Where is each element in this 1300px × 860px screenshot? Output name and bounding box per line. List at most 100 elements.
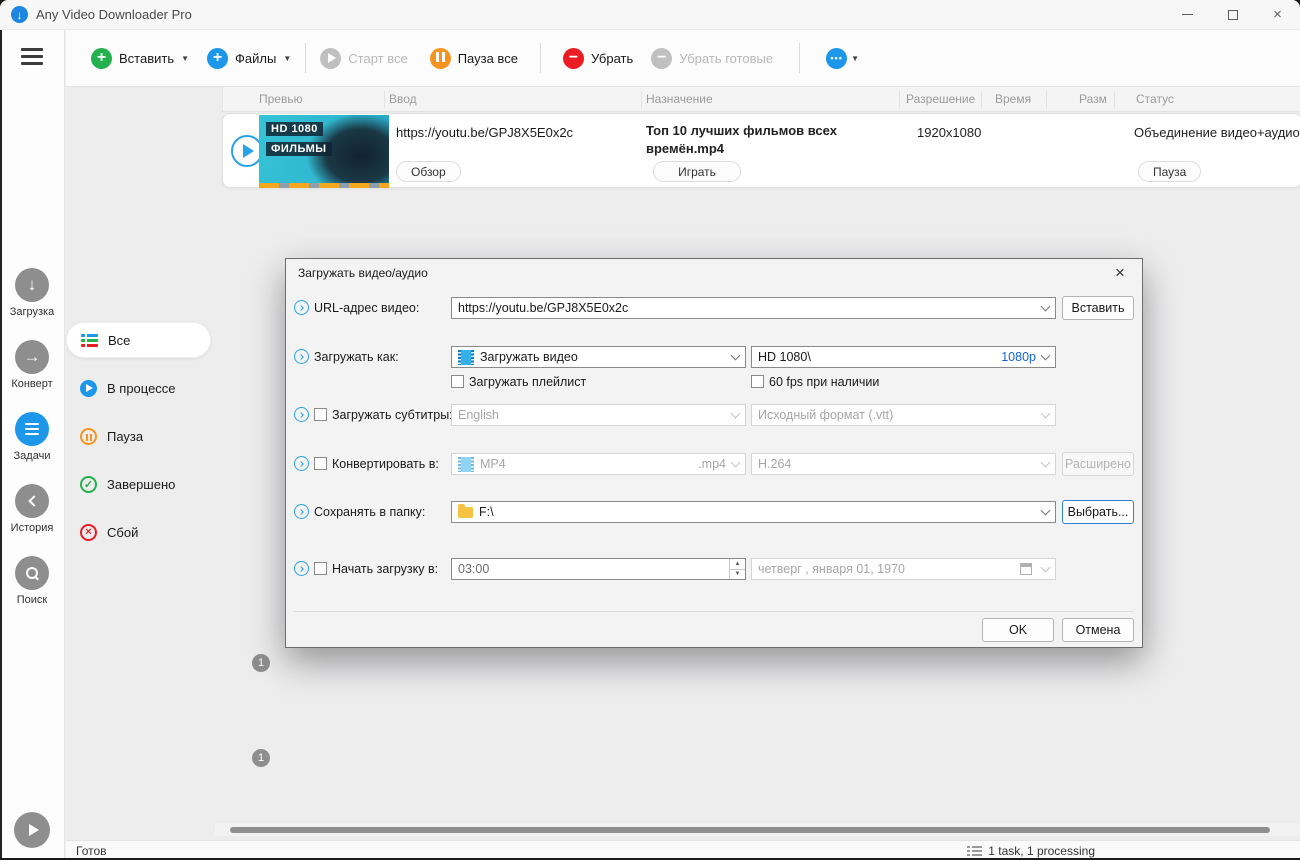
filter-failed[interactable]: × Сбой [66,514,211,550]
chevron-down-icon [1040,505,1051,516]
files-button[interactable]: + Файлы [207,47,277,69]
playlist-checkbox-label[interactable]: Загружать плейлист [469,375,586,389]
close-button[interactable]: × [1255,0,1300,29]
check-icon: ✓ [80,475,97,493]
column-destination[interactable]: Назначение [646,92,713,106]
remove-done-button[interactable]: − Убрать готовые [651,47,774,69]
download-dialog: Загружать видео/аудио × URL-адрес видео:… [285,258,1143,648]
chevron-down-icon [1040,457,1051,468]
subtitle-language-value: English [458,408,499,422]
spin-down-icon[interactable]: ▼ [730,570,745,580]
cross-icon: × [80,523,97,541]
column-preview[interactable]: Превью [259,92,303,106]
browse-label: Обзор [411,164,446,179]
quality-combobox[interactable]: HD 1080\ 1080p [751,346,1056,368]
time-spinner[interactable]: ▲ ▼ [729,559,745,579]
floating-play-button[interactable] [14,812,50,848]
toolbar: + Вставить ▼ + Файлы ▼ Старт все Пауза в… [66,30,1300,87]
date-picker[interactable]: четверг , января 01, 1970 [751,558,1056,580]
filter-label: Пауза [107,428,144,444]
choose-label: Выбрать... [1067,505,1129,519]
start-all-button[interactable]: Старт все [320,47,408,69]
codec-combobox[interactable]: H.264 [751,453,1056,475]
url-combobox[interactable]: https://youtu.be/GPJ8X5E0x2c [451,297,1056,319]
sidebar-item-search[interactable]: Поиск [0,556,64,606]
task-list-icon [967,844,983,858]
filter-in-progress[interactable]: В процессе 1 [66,370,270,767]
filter-label: В процессе [107,380,176,396]
play-file-button[interactable]: Играть [653,161,741,182]
spin-up-icon[interactable]: ▲ [730,559,745,570]
format-value: Загружать видео [480,350,578,364]
all-list-icon [81,332,98,349]
separator [539,43,541,73]
row-pause-button[interactable]: Пауза [1138,161,1202,182]
filter-all[interactable]: Все 1 [66,322,270,672]
time-spinbox[interactable]: 03:00 ▲ ▼ [451,558,746,580]
play-icon [243,144,254,158]
subtitles-checkbox[interactable] [314,408,327,421]
row-status: Объединение видео+аудио [1134,125,1300,140]
chevron-circle-icon [294,300,309,315]
dialog-paste-button[interactable]: Вставить [1062,296,1134,320]
remove-button[interactable]: − Убрать [562,47,633,69]
ok-button[interactable]: OK [982,618,1054,642]
menu-button[interactable] [21,48,43,69]
convert-checkbox[interactable] [314,457,327,470]
format-combobox[interactable]: Загружать видео [451,346,746,368]
paste-label: Вставить [1071,301,1125,315]
browse-button[interactable]: Обзор [396,161,461,182]
subtitles-label: Загружать субтитры: [332,408,453,422]
minimize-button[interactable] [1165,0,1210,29]
sidebar-item-download[interactable]: ↓ Загрузка [0,268,64,318]
subtitle-format-combobox[interactable]: Исходный формат (.vtt) [751,404,1056,426]
url-value: https://youtu.be/GPJ8X5E0x2c [458,301,629,315]
paste-caret-icon[interactable]: ▼ [181,54,189,63]
play-triangle-icon [86,384,93,392]
files-caret-icon[interactable]: ▼ [283,54,291,63]
column-resolution[interactable]: Разрешение [906,92,975,106]
calendar-icon [1020,563,1032,575]
task-row[interactable]: HD 1080 ФИЛЬМЫ https://youtu.be/GPJ8X5E0… [222,113,1300,188]
more-caret-icon[interactable]: ▼ [851,54,859,63]
filter-completed[interactable]: ✓ Завершено [66,466,211,502]
paste-button[interactable]: + Вставить [91,47,174,69]
sidebar-item-tasks[interactable]: Задачи [0,412,64,462]
column-status[interactable]: Статус [1136,92,1174,106]
sidebar-item-convert[interactable]: → Конверт [0,340,64,390]
pause-bars-icon [85,429,93,444]
maximize-button[interactable] [1210,0,1255,29]
sidebar-item-label: Поиск [16,594,48,606]
advanced-button[interactable]: Расширено [1062,452,1134,476]
separator [899,91,900,108]
column-time[interactable]: Время [995,92,1031,106]
window-title: Any Video Downloader Pro [36,7,192,22]
fps-checkbox[interactable] [751,375,764,388]
dialog-close-button[interactable]: × [1110,263,1130,283]
more-button[interactable]: ••• [826,47,848,69]
date-value: четверг , января 01, 1970 [758,562,905,576]
remove-done-label: Убрать готовые [679,50,774,66]
folder-combobox[interactable]: F:\ [451,501,1056,523]
column-input[interactable]: Ввод [389,92,417,106]
horizontal-scrollbar-thumb[interactable] [230,827,1270,833]
sidebar-item-history[interactable]: История [0,484,64,534]
playlist-checkbox[interactable] [451,375,464,388]
choose-folder-button[interactable]: Выбрать... [1062,500,1134,524]
schedule-checkbox[interactable] [314,562,327,575]
pause-icon [429,47,451,69]
fps-checkbox-label[interactable]: 60 fps при наличии [769,375,879,389]
column-size[interactable]: Разм [1079,92,1107,106]
pause-label: Пауза [1153,164,1187,179]
pause-all-button[interactable]: Пауза все [429,47,518,69]
convert-format-combobox[interactable]: MP4 .mp4 [451,453,746,475]
chevron-down-icon [730,408,741,419]
filter-paused[interactable]: Пауза [66,418,211,454]
play-triangle-icon [327,53,336,63]
sidebar: ↓ Загрузка → Конверт Задачи История Поис… [0,30,65,860]
subtitle-language-combobox[interactable]: English [451,404,746,426]
cancel-button[interactable]: Отмена [1062,618,1134,642]
files-label: Файлы [235,50,277,66]
dialog-title: Загружать видео/аудио [298,266,428,280]
row-destination: Топ 10 лучших фильмов всех времён.mp4 [646,123,837,156]
